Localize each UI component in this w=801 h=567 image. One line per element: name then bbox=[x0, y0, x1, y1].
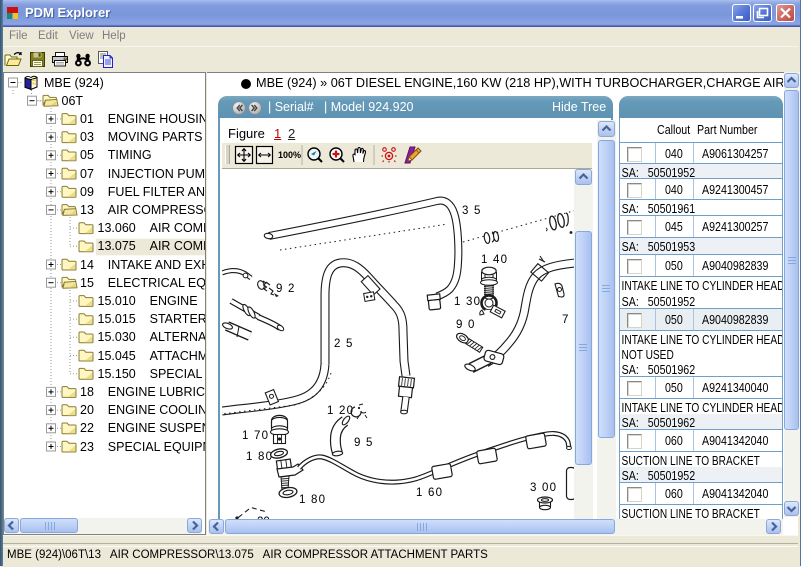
svg-text:3 5: 3 5 bbox=[462, 205, 482, 217]
svg-text:1 80: 1 80 bbox=[246, 451, 273, 463]
svg-text:9 0: 9 0 bbox=[456, 319, 476, 331]
svg-text:9 2: 9 2 bbox=[276, 283, 296, 295]
svg-text:7: 7 bbox=[562, 314, 568, 326]
svg-text:1 60: 1 60 bbox=[416, 487, 443, 499]
svg-text:100%: 100% bbox=[278, 150, 301, 160]
svg-text:1 40: 1 40 bbox=[481, 254, 508, 266]
svg-text:1 80: 1 80 bbox=[299, 494, 326, 506]
svg-text:3 00: 3 00 bbox=[530, 482, 557, 494]
svg-text:9 5: 9 5 bbox=[354, 437, 374, 449]
svg-text:1 20: 1 20 bbox=[327, 405, 354, 417]
svg-text:2 5: 2 5 bbox=[334, 338, 354, 350]
svg-text:1 70: 1 70 bbox=[242, 430, 269, 442]
svg-text:1 30: 1 30 bbox=[454, 296, 481, 308]
